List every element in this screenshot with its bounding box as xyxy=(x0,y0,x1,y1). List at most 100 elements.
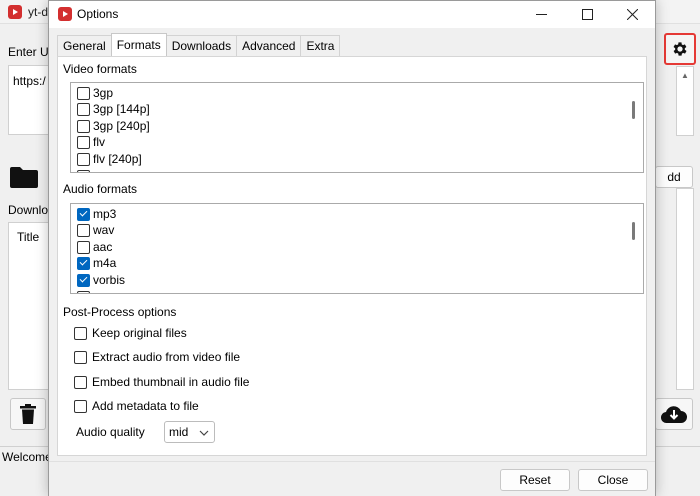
checkbox[interactable] xyxy=(77,86,90,100)
list-item[interactable]: 3gp [240p] xyxy=(77,118,150,134)
list-item[interactable]: m4a xyxy=(77,255,116,271)
dialog-app-icon xyxy=(58,7,72,21)
dialog-titlebar[interactable]: Options xyxy=(49,1,655,28)
delete-button[interactable] xyxy=(10,398,46,430)
download-button[interactable] xyxy=(655,398,693,430)
option-label: Add metadata to file xyxy=(92,399,199,413)
add-metadata-option[interactable]: Add metadata to file xyxy=(74,398,199,414)
downloads-list-scrollbar[interactable] xyxy=(676,188,694,390)
list-item-label: flv xyxy=(93,135,105,149)
add-button[interactable]: dd xyxy=(655,166,693,188)
tab-advanced-label: Advanced xyxy=(242,39,296,53)
extract-audio-option[interactable]: Extract audio from video file xyxy=(74,349,240,365)
list-item[interactable]: mp3 xyxy=(77,206,116,222)
minimize-button[interactable] xyxy=(518,1,564,28)
maximize-icon xyxy=(581,9,593,20)
checkbox[interactable] xyxy=(77,119,90,133)
add-button-label: dd xyxy=(667,170,681,184)
close-button[interactable]: Close xyxy=(578,469,648,491)
list-item[interactable]: flv [240p] xyxy=(77,151,142,167)
formats-panel: Video formats 3gp 3gp [144p] 3gp [240p] … xyxy=(57,56,647,456)
url-input[interactable]: https:/ xyxy=(8,65,53,135)
list-item-label: aac xyxy=(93,240,113,254)
checkbox[interactable] xyxy=(74,350,87,364)
settings-button[interactable] xyxy=(664,33,696,65)
tab-extra-label: Extra xyxy=(306,39,335,53)
tab-advanced[interactable]: Advanced xyxy=(236,35,302,56)
maximize-button[interactable] xyxy=(564,1,610,28)
list-item[interactable]: vorbis xyxy=(77,272,125,288)
tab-general[interactable]: General xyxy=(57,35,112,56)
list-item[interactable]: 3gp [144p] xyxy=(77,101,150,117)
close-icon xyxy=(626,9,638,20)
list-item-label: m4a xyxy=(93,256,117,270)
reset-button-label: Reset xyxy=(519,473,551,487)
checkbox[interactable] xyxy=(77,240,90,254)
checkbox[interactable] xyxy=(77,102,90,116)
list-item-label: mp3 xyxy=(93,207,117,221)
list-item-partial xyxy=(77,289,93,293)
url-text: https:/ xyxy=(13,74,46,88)
tab-downloads[interactable]: Downloads xyxy=(165,35,238,56)
list-item-partial xyxy=(77,168,93,172)
tab-formats[interactable]: Formats xyxy=(110,33,167,56)
list-item[interactable]: flv xyxy=(77,134,105,150)
audio-list-scrollbar[interactable] xyxy=(632,222,635,240)
tab-extra[interactable]: Extra xyxy=(300,35,341,56)
main-window-title: yt-d xyxy=(28,5,49,19)
checkbox xyxy=(77,169,90,172)
cloud-download-icon xyxy=(661,406,687,424)
reset-button[interactable]: Reset xyxy=(500,469,570,491)
list-item[interactable]: 3gp xyxy=(77,85,113,101)
video-list-scrollbar[interactable] xyxy=(632,101,635,119)
chevron-down-icon xyxy=(199,430,209,436)
option-label: Embed thumbnail in audio file xyxy=(92,375,250,389)
checkbox[interactable] xyxy=(77,152,90,166)
tab-formats-label: Formats xyxy=(116,38,161,52)
downloads-label: Downlo xyxy=(8,203,49,217)
checkbox-checked[interactable] xyxy=(77,207,90,221)
title-column-header: Title xyxy=(17,230,40,244)
scroll-up-icon: ▲ xyxy=(681,71,689,80)
list-item-label: 3gp xyxy=(93,86,114,100)
checkbox[interactable] xyxy=(74,326,87,340)
checkbox-checked[interactable] xyxy=(77,273,90,287)
url-scrollbar[interactable]: ▲ xyxy=(676,66,694,136)
video-formats-list[interactable]: 3gp 3gp [144p] 3gp [240p] flv flv [240p] xyxy=(70,82,644,173)
trash-icon xyxy=(20,404,36,424)
video-formats-title: Video formats xyxy=(63,62,137,76)
embed-thumbnail-option[interactable]: Embed thumbnail in audio file xyxy=(74,374,249,390)
audio-quality-select[interactable]: mid xyxy=(164,421,215,443)
audio-quality-label: Audio quality xyxy=(76,425,145,439)
checkbox[interactable] xyxy=(74,399,87,413)
option-label: Keep original files xyxy=(92,326,187,340)
tab-general-label: General xyxy=(63,39,106,53)
list-item-label: 3gp [240p] xyxy=(93,119,150,133)
checkbox-checked[interactable] xyxy=(77,256,90,270)
app-icon xyxy=(8,5,22,19)
close-window-button[interactable] xyxy=(609,1,655,28)
list-item[interactable]: wav xyxy=(77,222,114,238)
audio-formats-list[interactable]: mp3 wav aac m4a vorbis xyxy=(70,203,644,294)
gear-icon xyxy=(673,42,687,56)
enter-url-label: Enter Ul xyxy=(8,45,52,59)
list-item-label: vorbis xyxy=(93,273,126,287)
post-process-title: Post-Process options xyxy=(63,305,177,319)
tab-downloads-label: Downloads xyxy=(171,39,232,53)
close-button-label: Close xyxy=(597,473,629,487)
checkbox[interactable] xyxy=(74,375,87,389)
checkbox[interactable] xyxy=(77,223,90,237)
checkbox[interactable] xyxy=(77,135,90,149)
list-item-label: 3gp [144p] xyxy=(93,102,150,116)
option-label: Extract audio from video file xyxy=(92,350,241,364)
dialog-title: Options xyxy=(77,7,119,21)
folder-icon[interactable] xyxy=(10,166,38,188)
options-dialog: Options General Formats Downloads Advanc… xyxy=(48,0,656,496)
list-item-label: flv [240p] xyxy=(93,152,142,166)
list-item[interactable]: aac xyxy=(77,239,112,255)
downloads-list[interactable]: Title xyxy=(8,222,53,390)
tab-bar: General Formats Downloads Advanced Extra xyxy=(57,33,341,56)
status-text: Welcome xyxy=(2,450,52,464)
list-item-label: wav xyxy=(93,223,115,237)
keep-original-files-option[interactable]: Keep original files xyxy=(74,325,187,341)
